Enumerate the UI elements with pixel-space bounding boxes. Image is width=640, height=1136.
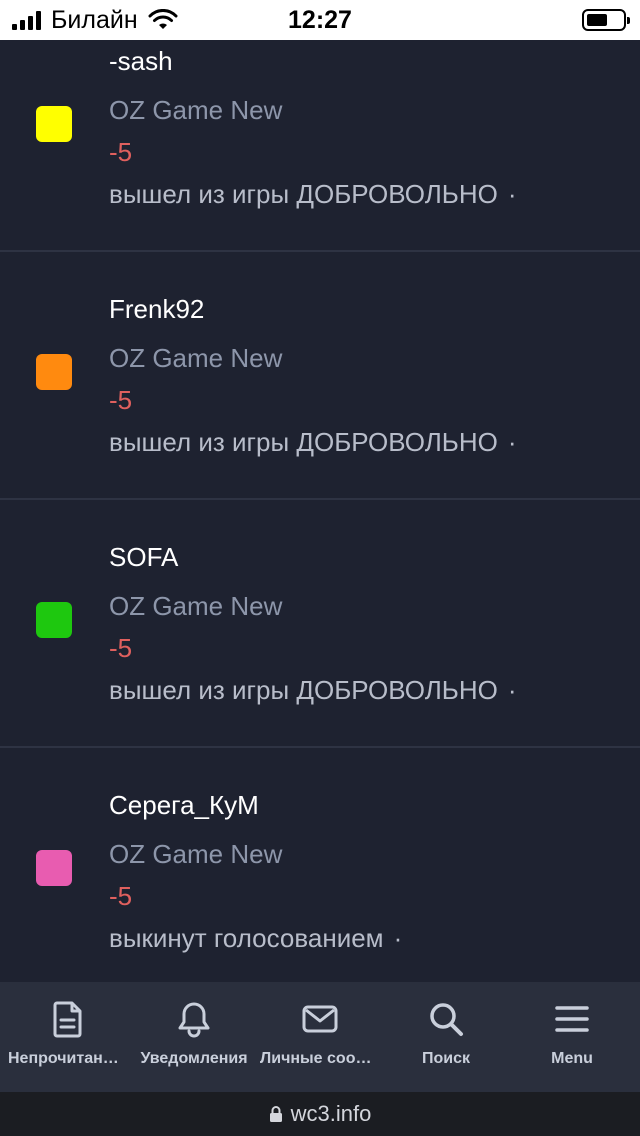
- player-name[interactable]: Серега_КуМ: [109, 790, 259, 821]
- status-bar: Билайн 12:27: [0, 0, 640, 40]
- carrier-name: Билайн: [51, 5, 138, 34]
- score-change: -5: [109, 881, 133, 911]
- bell-icon: [178, 1002, 210, 1038]
- score-change: -5: [109, 385, 133, 415]
- tab-label: Уведомления: [140, 1050, 248, 1067]
- list-item[interactable]: Frenk92 OZ Game New -5 вышел из игры ДОБ…: [0, 252, 640, 500]
- tab-unread[interactable]: Непрочитанные: [4, 982, 132, 1092]
- tab-menu[interactable]: Menu: [508, 982, 636, 1092]
- leave-reason: вышел из игры ДОБРОВОЛЬНО ·: [109, 427, 517, 457]
- browser-url-bar[interactable]: wc3.info: [0, 1092, 640, 1136]
- leave-reason: вышел из игры ДОБРОВОЛЬНО ·: [109, 675, 517, 705]
- leave-reason: выкинут голосованием ·: [109, 923, 403, 953]
- player-color-swatch: [36, 850, 72, 886]
- battery-icon: [582, 9, 630, 31]
- player-name[interactable]: -sash: [109, 46, 173, 77]
- tab-messages[interactable]: Личные сообщения: [256, 982, 384, 1092]
- tab-search[interactable]: Поиск: [382, 982, 510, 1092]
- leave-reason: вышел из игры ДОБРОВОЛЬНО ·: [109, 179, 517, 209]
- player-name[interactable]: Frenk92: [109, 294, 204, 325]
- bottom-tab-bar: Непрочитанные Уведомления Личные сообщен…: [0, 982, 640, 1092]
- score-change: -5: [109, 137, 133, 167]
- list-item[interactable]: -sash OZ Game New -5 вышел из игры ДОБРО…: [0, 40, 640, 252]
- game-name: OZ Game New: [109, 95, 283, 125]
- game-name: OZ Game New: [109, 343, 283, 373]
- hamburger-menu-icon: [555, 1006, 589, 1032]
- tab-notifications[interactable]: Уведомления: [130, 982, 258, 1092]
- player-list: -sash OZ Game New -5 вышел из игры ДОБРО…: [0, 40, 640, 982]
- player-color-swatch: [36, 602, 72, 638]
- list-item[interactable]: Серега_КуМ OZ Game New -5 выкинут голосо…: [0, 748, 640, 982]
- game-name: OZ Game New: [109, 839, 283, 869]
- tab-label: Личные сообщения: [260, 1050, 384, 1067]
- tab-label: Menu: [551, 1050, 593, 1067]
- player-name[interactable]: SOFA: [109, 542, 178, 573]
- document-icon: [53, 1001, 82, 1038]
- score-change: -5: [109, 633, 133, 663]
- tab-label: Непрочитанные: [8, 1050, 132, 1067]
- list-item[interactable]: SOFA OZ Game New -5 вышел из игры ДОБРОВ…: [0, 500, 640, 748]
- envelope-icon: [302, 1005, 338, 1033]
- lock-icon: [269, 1106, 282, 1122]
- game-name: OZ Game New: [109, 591, 283, 621]
- player-color-swatch: [36, 354, 72, 390]
- player-color-swatch: [36, 106, 72, 142]
- url-text: wc3.info: [290, 1101, 372, 1126]
- tab-label: Поиск: [421, 1050, 470, 1067]
- search-icon: [430, 1003, 463, 1036]
- signal-strength-icon: [12, 10, 41, 30]
- wifi-icon: [148, 9, 178, 29]
